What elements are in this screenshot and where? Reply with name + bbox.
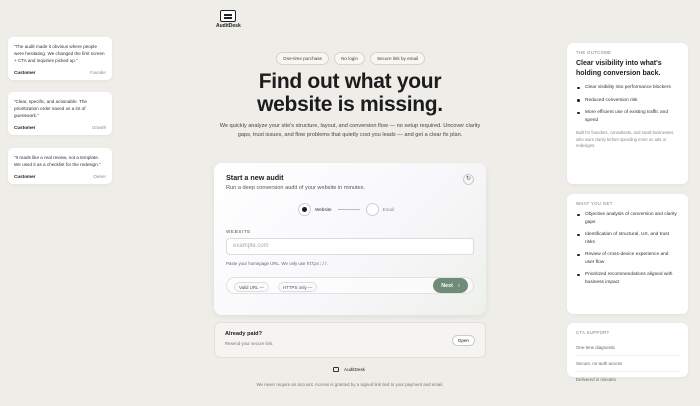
outcome-card: THE OUTCOME Clear visibility into what's… xyxy=(567,43,688,184)
testimonial-author: Customer xyxy=(14,174,36,179)
step-connector xyxy=(337,209,360,210)
what-you-get-eyebrow: WHAT YOU GET xyxy=(576,201,613,206)
outcome-list: Clear visibility into performance blocke… xyxy=(576,84,679,124)
cta-support-item: Secure, no-auth access xyxy=(576,355,679,366)
footer-logo-icon xyxy=(333,367,339,372)
already-paid-title: Already paid? xyxy=(225,331,262,337)
testimonial-quote: “The audit made it obvious where people … xyxy=(14,44,105,63)
testimonial-card: “It reads like a real review, not a temp… xyxy=(8,148,112,184)
testimonial-card: “The audit made it obvious where people … xyxy=(8,37,112,80)
card-title: Start a new audit xyxy=(226,173,284,182)
hint-suffix: . xyxy=(326,261,329,266)
hero-title: Find out what your website is missing. xyxy=(200,70,500,116)
outcome-eyebrow: THE OUTCOME xyxy=(576,50,612,55)
chip-https-only: HTTPS only — xyxy=(278,282,318,292)
what-you-get-card: WHAT YOU GET Objective analysis of conve… xyxy=(567,194,688,314)
outcome-note: Built for founders, consultants, and sma… xyxy=(576,130,674,148)
already-paid-subtitle: Resend your secure link. xyxy=(225,341,274,346)
website-hint: Paste your homepage URL. We only use htt… xyxy=(226,261,328,266)
testimonial-author: Customer xyxy=(14,70,36,75)
hero-title-line2: website is missing. xyxy=(257,93,443,116)
step-website-label: Website xyxy=(315,207,332,212)
what-you-get-list: Objective analysis of conversion and cla… xyxy=(576,211,679,286)
stepper: Website Email xyxy=(298,203,400,216)
hint-code: https:// xyxy=(306,261,327,266)
feature-pills: One-time purchase No login Secure link b… xyxy=(276,52,426,65)
outcome-title: Clear visibility into what's holding con… xyxy=(576,60,662,77)
list-item: More efficient use of existing traffic a… xyxy=(576,109,679,124)
logo-icon xyxy=(220,10,236,22)
list-item: Prioritized recommendations aligned with… xyxy=(576,271,679,286)
hint-text: Paste your homepage URL. We only use xyxy=(226,261,306,266)
step-website-dot xyxy=(298,203,311,216)
list-item: Objective analysis of conversion and cla… xyxy=(576,211,679,226)
next-button[interactable]: Next › xyxy=(433,278,468,293)
list-item: Clear visibility into performance blocke… xyxy=(576,84,679,92)
chip-valid-url: Valid URL — xyxy=(234,282,269,292)
cta-support-item: Delivered in minutes xyxy=(576,371,679,382)
logo[interactable]: AuditDesk xyxy=(216,10,241,29)
already-paid-card: Already paid? Resend your secure link. O… xyxy=(214,322,486,358)
hero-title-line1: Find out what your xyxy=(258,70,442,93)
footer-brand: AuditDesk xyxy=(333,367,365,372)
cta-support-item: One-time diagnostic xyxy=(576,345,616,350)
list-item: Identification of structural, UX, and tr… xyxy=(576,231,679,246)
testimonial-author: Customer xyxy=(14,125,36,130)
footer-brand-name: AuditDesk xyxy=(344,367,365,372)
testimonial-role: Growth xyxy=(92,125,106,130)
website-field-label: WEBSITE xyxy=(226,229,251,234)
cta-support-eyebrow: CTA SUPPORT xyxy=(576,330,610,335)
testimonial-role: Founder xyxy=(89,70,106,75)
footer-note: We never require an account. Access is g… xyxy=(256,382,444,387)
testimonial-quote: “It reads like a real review, not a temp… xyxy=(14,155,101,167)
pill-no-login: No login xyxy=(334,52,365,65)
step-email-label: Email xyxy=(382,207,395,212)
logo-text: AuditDesk xyxy=(216,23,241,29)
card-subtitle: Run a deep conversion audit of your webs… xyxy=(226,185,365,191)
next-button-label: Next xyxy=(441,282,453,289)
cta-support-card: CTA SUPPORT One-time diagnostic Secure, … xyxy=(567,323,688,382)
chevron-right-icon: › xyxy=(457,282,460,289)
testimonial-card: “Clear, specific, and actionable. The pr… xyxy=(8,92,112,135)
testimonial-role: Owner xyxy=(93,174,106,179)
hero-subtitle: We quickly analyze your site's structure… xyxy=(219,123,481,138)
pill-secure-link: Secure link by email xyxy=(369,52,426,65)
list-item: Reduced conversion risk xyxy=(576,97,679,105)
refresh-icon[interactable]: ↻ xyxy=(463,174,474,185)
website-input[interactable]: example.com xyxy=(226,238,474,255)
audit-card: Start a new audit Run a deep conversion … xyxy=(214,163,486,315)
list-item: Review of cross-device experience and us… xyxy=(576,251,679,266)
testimonial-quote: “Clear, specific, and actionable. The pr… xyxy=(14,99,87,118)
open-button[interactable]: Open xyxy=(451,335,475,346)
pill-one-time: One-time purchase xyxy=(276,52,330,65)
step-email-dot xyxy=(365,203,379,216)
